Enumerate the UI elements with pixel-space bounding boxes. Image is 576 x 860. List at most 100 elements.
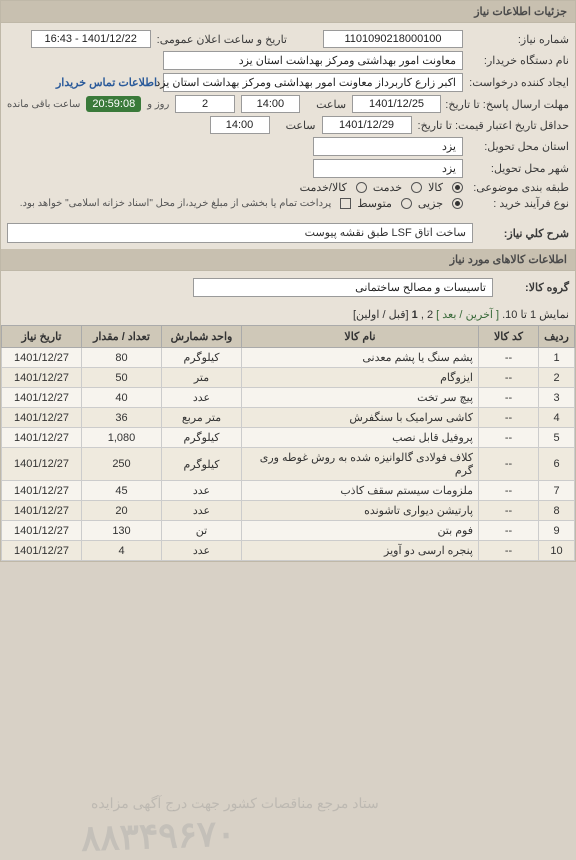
cell-unit: متر مربع: [162, 408, 242, 428]
radio-service-label: خدمت: [373, 181, 402, 194]
buyer-org-field: معاونت امور بهداشتی ومرکز بهداشت استان ی…: [163, 51, 463, 70]
cell-date: 1401/12/27: [2, 448, 82, 481]
announce-field: 1401/12/22 - 16:43: [31, 30, 151, 48]
cell-name: پیچ سر تخت: [242, 388, 479, 408]
table-row[interactable]: 9--فوم بتنتن1301401/12/27: [2, 521, 575, 541]
cell-date: 1401/12/27: [2, 501, 82, 521]
countdown-pill: 20:59:08: [86, 96, 141, 112]
watermark-sub: ستاد مرجع مناقصات کشور جهت درج آگهی مزای…: [91, 795, 379, 812]
cell-name: ملزومات سیستم سقف کاذب: [242, 481, 479, 501]
cell-qty: 45: [82, 481, 162, 501]
cell-date: 1401/12/27: [2, 481, 82, 501]
cell-date: 1401/12/27: [2, 388, 82, 408]
cell-row: 5: [539, 428, 575, 448]
remaining-suffix: ساعت باقی مانده: [7, 99, 80, 110]
cell-qty: 20: [82, 501, 162, 521]
validity-date-field: 1401/12/29: [322, 116, 412, 134]
cell-qty: 4: [82, 541, 162, 561]
treasury-checkbox[interactable]: [340, 198, 351, 209]
radio-medium-label: متوسط: [357, 197, 392, 210]
buyer-org-label: نام دستگاه خریدار:: [469, 54, 569, 67]
classification-radio-group: کالا خدمت کالا/خدمت: [300, 181, 463, 194]
deadline-time-field: 14:00: [241, 95, 300, 113]
th-date: تاریخ نیاز: [2, 326, 82, 348]
cell-code: --: [479, 448, 539, 481]
radio-service[interactable]: [411, 182, 422, 193]
time-label-1: ساعت: [306, 98, 346, 111]
table-row[interactable]: 8--پارتیشن دیواری تاشوندهعدد201401/12/27: [2, 501, 575, 521]
cell-unit: کیلوگرم: [162, 348, 242, 368]
validity-label: حداقل تاریخ اعتبار قیمت: تا تاریخ:: [418, 119, 569, 132]
cell-row: 6: [539, 448, 575, 481]
table-row[interactable]: 2--ایزوگاممتر501401/12/27: [2, 368, 575, 388]
cell-code: --: [479, 521, 539, 541]
cell-unit: متر: [162, 368, 242, 388]
radio-both-label: کالا/خدمت: [300, 181, 347, 194]
pagination-last-link[interactable]: [ آخرین: [466, 309, 499, 321]
desc-label: شرح کلي نياز:: [479, 223, 569, 240]
cell-row: 7: [539, 481, 575, 501]
cell-code: --: [479, 388, 539, 408]
table-row[interactable]: 4--کاشی سرامیک با سنگفرشمتر مربع361401/1…: [2, 408, 575, 428]
cell-code: --: [479, 501, 539, 521]
goods-table: ردیف کد کالا نام کالا واحد شمارش تعداد /…: [1, 325, 575, 561]
cell-qty: 40: [82, 388, 162, 408]
cell-name: پارتیشن دیواری تاشونده: [242, 501, 479, 521]
classification-label: طبقه بندی موضوعی:: [469, 181, 569, 194]
cell-qty: 1,080: [82, 428, 162, 448]
cell-name: کلاف فولادی گالوانیزه شده به روش غوطه ور…: [242, 448, 479, 481]
cell-unit: تن: [162, 521, 242, 541]
pagination-next-link[interactable]: / بعد ]: [436, 309, 462, 321]
cell-date: 1401/12/27: [2, 541, 82, 561]
table-row[interactable]: 7--ملزومات سیستم سقف کاذبعدد451401/12/27: [2, 481, 575, 501]
radio-both[interactable]: [356, 182, 367, 193]
city-field: یزد: [313, 159, 463, 178]
cell-date: 1401/12/27: [2, 348, 82, 368]
deadline-label: مهلت ارسال پاسخ: تا تاریخ:: [447, 98, 569, 111]
radio-small[interactable]: [452, 198, 463, 209]
requester-field: اکبر زارع کاربرداز معاونت امور بهداشتی و…: [163, 73, 463, 92]
cell-row: 4: [539, 408, 575, 428]
info-section: شماره نیاز: 1101090218000100 تاریخ و ساع…: [1, 23, 575, 217]
table-row[interactable]: 5--پروفیل قابل نصبکیلوگرم1,0801401/12/27: [2, 428, 575, 448]
cell-qty: 80: [82, 348, 162, 368]
requester-label: ایجاد کننده درخواست:: [469, 76, 569, 89]
cell-code: --: [479, 428, 539, 448]
pagination-bar: نمایش 1 تا 10. [ آخرین / بعد ] 2 , 1 [قب…: [1, 304, 575, 325]
cell-name: پروفیل قابل نصب: [242, 428, 479, 448]
validity-time-field: 14:00: [210, 116, 270, 134]
radio-medium[interactable]: [401, 198, 412, 209]
th-qty: تعداد / مقدار: [82, 326, 162, 348]
cell-qty: 250: [82, 448, 162, 481]
table-row[interactable]: 10--پنجره ارسی دو آویزعدد41401/12/27: [2, 541, 575, 561]
table-row[interactable]: 1--پشم سنگ یا پشم معدنیکیلوگرم801401/12/…: [2, 348, 575, 368]
need-details-panel: جزئیات اطلاعات نیاز شماره نیاز: 11010902…: [0, 0, 576, 562]
cell-unit: عدد: [162, 501, 242, 521]
goods-section-title: اطلاعات کالاهای مورد نیاز: [1, 249, 575, 271]
th-code: کد کالا: [479, 326, 539, 348]
cell-qty: 130: [82, 521, 162, 541]
time-label-2: ساعت: [276, 119, 316, 132]
pagination-range: نمایش 1 تا 10.: [502, 309, 569, 321]
table-row[interactable]: 6--کلاف فولادی گالوانیزه شده به روش غوطه…: [2, 448, 575, 481]
purchase-type-radio-group: جزیی متوسط پرداخت تمام یا بخشی از مبلغ خ…: [20, 197, 463, 210]
need-no-label: شماره نیاز:: [469, 33, 569, 46]
days-left-field: 2: [175, 95, 234, 113]
cell-name: پنجره ارسی دو آویز: [242, 541, 479, 561]
cell-code: --: [479, 481, 539, 501]
pagination-total: 2 ,: [421, 309, 433, 321]
radio-goods[interactable]: [452, 182, 463, 193]
pagination-prev-first: [قبل / اولین]: [353, 309, 409, 321]
cell-code: --: [479, 541, 539, 561]
desc-field: ساخت اتاق LSF طبق نقشه پیوست: [7, 223, 473, 243]
pagination-current: 1: [412, 309, 418, 321]
cell-code: --: [479, 408, 539, 428]
cell-name: پشم سنگ یا پشم معدنی: [242, 348, 479, 368]
city-label: شهر محل تحویل:: [469, 162, 569, 175]
buyer-contact-link[interactable]: اطلاعات تماس خریدار: [56, 76, 157, 89]
th-unit: واحد شمارش: [162, 326, 242, 348]
radio-goods-label: کالا: [428, 181, 443, 194]
cell-unit: عدد: [162, 481, 242, 501]
table-row[interactable]: 3--پیچ سر تختعدد401401/12/27: [2, 388, 575, 408]
need-no-field: 1101090218000100: [323, 30, 463, 48]
